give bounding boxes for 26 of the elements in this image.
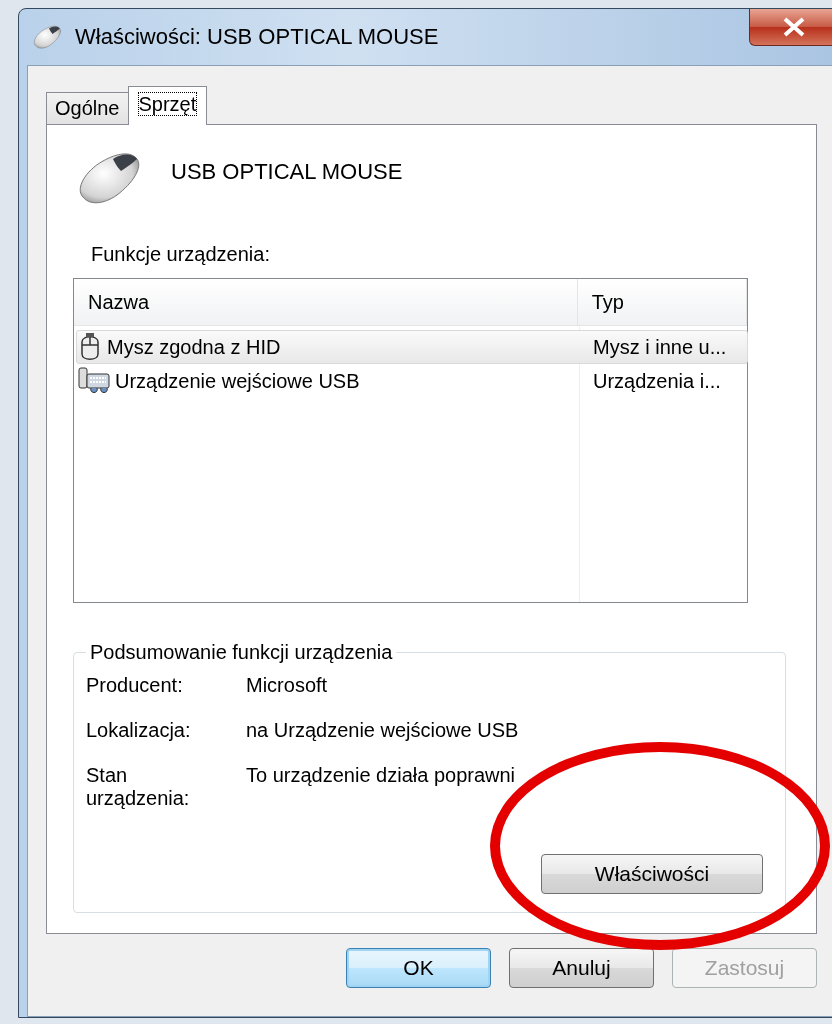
input-device-icon xyxy=(77,366,111,396)
column-header[interactable]: Typ xyxy=(577,279,747,325)
tab[interactable]: Sprzęt xyxy=(127,86,208,125)
cancel-button[interactable]: Anuluj xyxy=(509,948,654,988)
functions-label: Funkcje urządzenia: xyxy=(91,243,271,266)
close-button[interactable] xyxy=(749,9,832,46)
field-label: Lokalizacja: xyxy=(86,719,192,742)
device-function-name: Urządzenie wejściowe USB xyxy=(115,369,360,393)
device-function-type: Urządzenia i... xyxy=(592,369,721,393)
device-name: USB OPTICAL MOUSE xyxy=(171,159,403,185)
list-row[interactable]: Mysz zgodna z HID Mysz i inne u... xyxy=(76,330,748,364)
column-header[interactable]: Nazwa xyxy=(74,279,578,325)
field-label: Producent: xyxy=(86,674,184,697)
tab[interactable]: Ogólne xyxy=(46,92,129,124)
field-label: Stan urządzenia: xyxy=(86,764,191,810)
list-row[interactable]: Urządzenie wejściowe USB Urządzenia i... xyxy=(76,364,748,398)
ok-button[interactable]: OK xyxy=(346,948,491,988)
field-value: Microsoft xyxy=(246,674,328,697)
summary-title: Podsumowanie funkcji urządzenia xyxy=(89,641,394,664)
field-value: To urządzenie działa poprawni xyxy=(246,764,516,788)
close-icon xyxy=(781,17,807,37)
field-value: na Urządzenie wejściowe USB xyxy=(246,719,519,742)
window-title: Właściwości: USB OPTICAL MOUSE xyxy=(75,24,439,50)
device-function-name: Mysz zgodna z HID xyxy=(107,335,281,359)
properties-button[interactable]: Właściwości xyxy=(541,854,763,894)
device-function-type: Mysz i inne u... xyxy=(592,335,727,359)
